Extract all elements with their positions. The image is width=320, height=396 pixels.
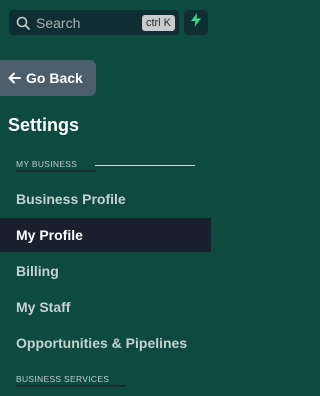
section-header-my-business: MY BUSINESS [16, 159, 96, 172]
nav-item-label: Business Profile [16, 191, 126, 207]
bolt-icon [191, 13, 201, 32]
nav-item-my-profile[interactable]: My Profile [0, 218, 211, 252]
quick-action-button[interactable] [184, 10, 208, 35]
section-underline [16, 385, 126, 387]
nav-item-label: My Profile [16, 227, 83, 243]
nav-item-my-staff[interactable]: My Staff [0, 290, 211, 324]
section-header-business-services: BUSINESS SERVICES [16, 374, 126, 387]
section-label: BUSINESS SERVICES [16, 374, 110, 384]
nav-item-business-profile[interactable]: Business Profile [0, 182, 211, 216]
arrow-left-icon [8, 71, 22, 85]
go-back-button[interactable]: Go Back [0, 60, 96, 96]
nav-item-label: Billing [16, 263, 59, 279]
section-underline [16, 170, 96, 172]
search-placeholder: Search [36, 14, 81, 31]
search-shortcut-badge: ctrl K [141, 14, 175, 31]
divider [95, 165, 195, 166]
page-title: Settings [8, 115, 80, 135]
section-label: MY BUSINESS [16, 159, 78, 169]
nav-item-billing[interactable]: Billing [0, 254, 211, 288]
nav-item-label: My Staff [16, 299, 71, 315]
search-icon [15, 15, 31, 31]
search-input[interactable]: Search ctrl K [9, 10, 179, 35]
nav-item-label: Opportunities & Pipelines [16, 335, 188, 351]
go-back-label: Go Back [26, 70, 83, 86]
nav-item-opportunities-pipelines[interactable]: Opportunities & Pipelines [0, 326, 211, 360]
